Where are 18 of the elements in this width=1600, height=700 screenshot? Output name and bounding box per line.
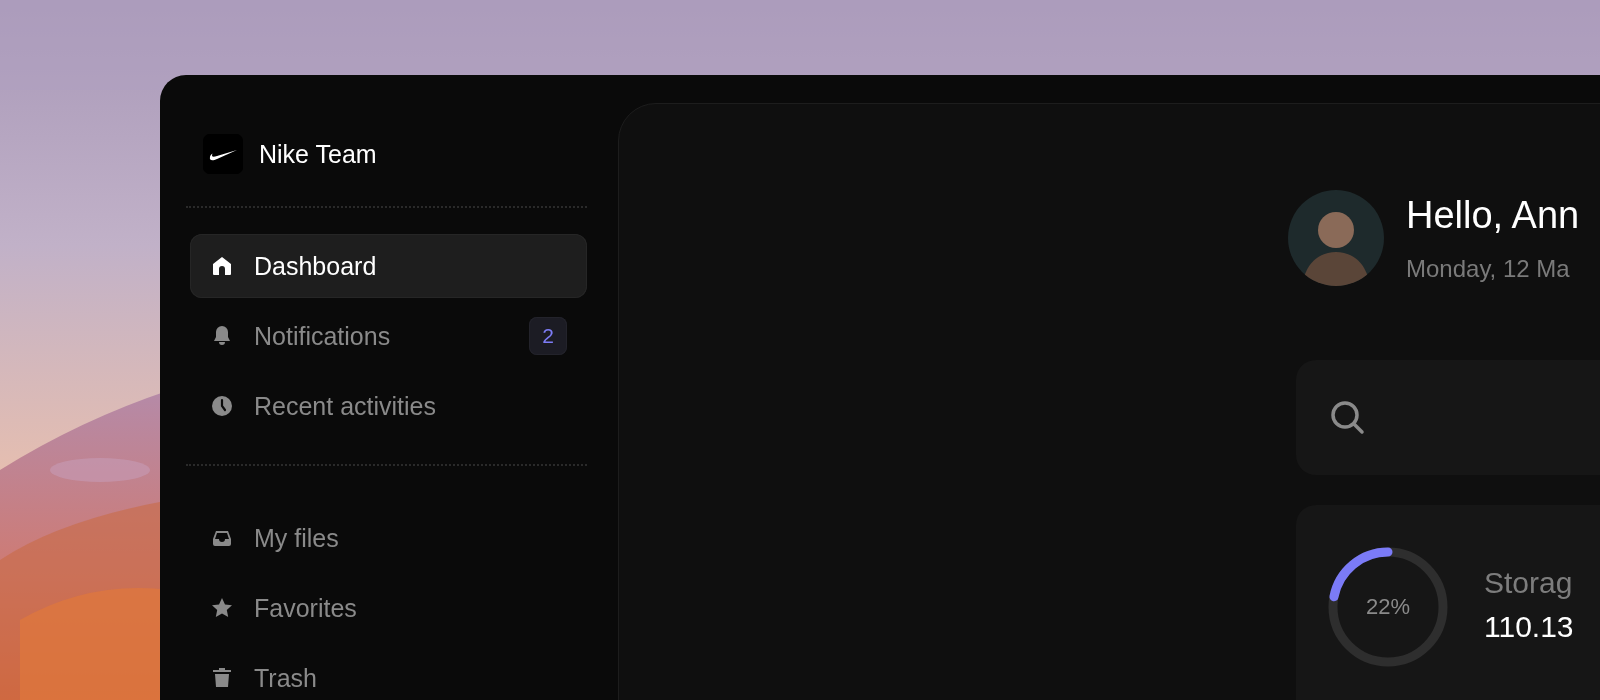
sidebar-item[interactable]: My files [190, 506, 587, 570]
greeting-title: Hello, Ann [1406, 193, 1580, 237]
team-name: Nike Team [259, 139, 377, 169]
sidebar-item[interactable]: Recent activities [190, 374, 587, 438]
storage-used: 110.13 [1484, 610, 1574, 644]
storage-label: Storag [1484, 566, 1574, 600]
count-badge: 2 [529, 317, 567, 355]
storage-percent: 22% [1364, 594, 1411, 620]
sidebar-item[interactable]: Favorites [190, 576, 587, 640]
house-icon [210, 254, 234, 278]
search-field[interactable] [1296, 360, 1600, 475]
clock-icon [210, 394, 234, 418]
trash-icon [210, 666, 234, 690]
sidebar-item[interactable]: Trash [190, 646, 587, 700]
date-text: Monday, 12 Ma [1406, 254, 1571, 283]
sidebar-item[interactable]: Notifications 2 [190, 304, 587, 368]
sidebar-item[interactable]: Dashboard [190, 234, 587, 298]
star-icon [210, 596, 234, 620]
